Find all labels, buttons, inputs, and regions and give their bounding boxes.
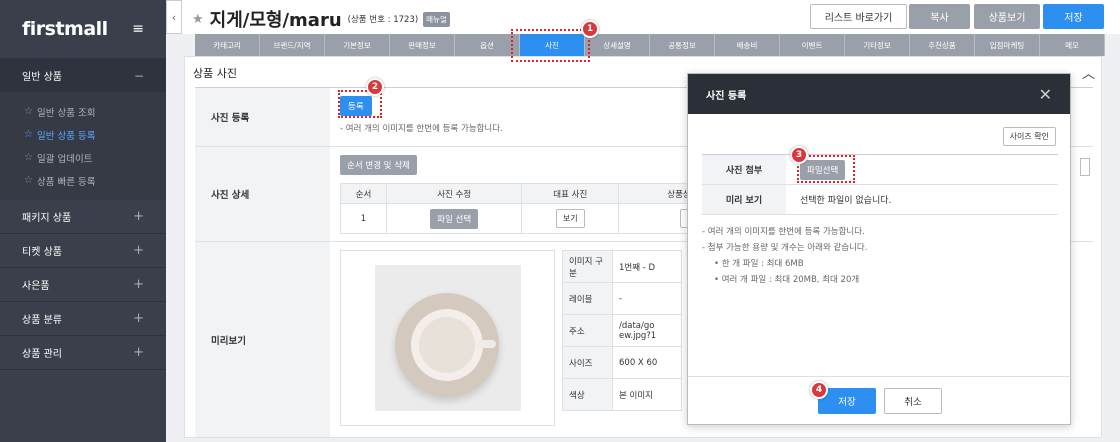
minus-icon: − <box>133 68 144 83</box>
image-info-table: 이미지 구분 1번째 - D 레이블 - 주소/data/go ew.jpg?1 사… <box>562 250 682 411</box>
col-rep: 대표 사진 <box>521 183 620 204</box>
nav-ticket-products[interactable]: 티켓 상품 + <box>0 234 166 268</box>
list-shortcut-button[interactable]: 리스트 바로가기 <box>810 4 907 29</box>
tab-events[interactable]: 이벤트 <box>780 34 845 56</box>
hamburger-icon[interactable]: ≡ <box>132 21 144 37</box>
manual-badge[interactable]: 매뉴얼 <box>423 11 450 27</box>
plus-icon: + <box>133 243 144 258</box>
cell-order: 1 <box>340 203 387 234</box>
chevron-up-icon[interactable]: ︿ <box>1082 63 1095 82</box>
plus-icon: + <box>133 345 144 360</box>
photo-register-label: 사진 등록 <box>195 88 330 146</box>
logo: firstmall <box>22 18 108 40</box>
sub-item-product-register[interactable]: ☆ 일반 상품 등록 <box>0 123 166 146</box>
modal-notes: - 여러 개의 이미지를 한번에 등록 가능합니다. - 첨부 가능한 용량 및… <box>702 227 868 285</box>
page-title: 지게/모형/maru <box>209 10 342 31</box>
modal-title: 사진 등록 <box>706 90 747 102</box>
nav-general-products[interactable]: 일반 상품 − <box>0 59 166 92</box>
file-select-button[interactable]: 파일 선택 <box>430 208 479 229</box>
tab-sales-info[interactable]: 판매정보 <box>390 34 455 56</box>
tab-common-info[interactable]: 공통정보 <box>650 34 715 56</box>
nav-product-management[interactable]: 상품 관리 + <box>0 336 166 370</box>
chevron-left-icon: ‹ <box>171 10 177 24</box>
attach-label: 사진 첨부 <box>702 155 786 184</box>
callout-badge-3: 3 <box>790 146 808 164</box>
view-product-button[interactable]: 상품보기 <box>974 4 1040 29</box>
star-icon: ☆ <box>24 152 33 163</box>
tab-category[interactable]: 카테고리 <box>195 34 260 56</box>
tab-bar: 카테고리 브랜드/지역 기본정보 판매정보 옵션 사진 상세설명 공통정보 배송… <box>195 34 1108 56</box>
col-edit: 사진 수정 <box>385 183 523 204</box>
preview-image-box <box>340 250 555 426</box>
plus-icon: + <box>133 209 144 224</box>
no-file-text: 선택한 파일이 없습니다. <box>800 196 892 206</box>
reorder-delete-button[interactable]: 순서 변경 및 삭제 <box>340 155 417 175</box>
star-icon: ☆ <box>24 175 33 186</box>
size-check-button[interactable]: 사이즈 확인 <box>1002 127 1056 146</box>
nav-gifts[interactable]: 사은품 + <box>0 268 166 302</box>
tab-other-info[interactable]: 기타정보 <box>845 34 910 56</box>
nav-general-products-label: 일반 상품 <box>22 72 62 83</box>
tab-shipping[interactable]: 배송비 <box>715 34 780 56</box>
col-order: 순서 <box>340 183 387 204</box>
nav-product-category[interactable]: 상품 분류 + <box>0 302 166 336</box>
plus-icon: + <box>133 277 144 292</box>
partial-button[interactable] <box>1080 158 1090 176</box>
nav-package-products[interactable]: 패키지 상품 + <box>0 200 166 234</box>
plus-icon: + <box>133 311 144 326</box>
favorite-star-icon[interactable]: ★ <box>192 12 204 27</box>
sidebar: firstmall ≡ 일반 상품 − ☆ 일반 상품 조회 ☆ 일반 상품 등록 … <box>0 0 166 442</box>
photo-register-modal: 사진 등록 ✕ 사이즈 확인 사진 첨부 파일선택 미리 보기 선택한 파일이 … <box>687 73 1072 425</box>
copy-button[interactable]: 복사 <box>909 4 970 29</box>
sub-item-quick-register[interactable]: ☆ 상품 빠른 등록 <box>0 169 166 192</box>
callout-badge-2: 2 <box>366 78 384 96</box>
view-rep-button[interactable]: 보기 <box>555 209 585 228</box>
tab-memo[interactable]: 메모 <box>1040 34 1105 56</box>
header: ★ 지게/모형/maru (상품 번호 : 1723) 매뉴얼 리스트 바로가기… <box>182 0 1120 34</box>
modal-cancel-button[interactable]: 취소 <box>884 387 942 414</box>
save-button[interactable]: 저장 <box>1043 4 1104 29</box>
product-number: (상품 번호 : 1723) <box>347 15 419 25</box>
callout-badge-4: 4 <box>810 381 828 399</box>
sub-item-bulk-update[interactable]: ☆ 일괄 업데이트 <box>0 146 166 169</box>
star-icon: ☆ <box>24 106 33 117</box>
logo-bar: firstmall ≡ <box>0 0 166 58</box>
panel-title: 상품 사진 <box>193 67 237 80</box>
callout-frame-1 <box>511 29 590 62</box>
tab-description[interactable]: 상세설명 <box>585 34 650 56</box>
star-icon: ☆ <box>24 129 33 140</box>
close-icon[interactable]: ✕ <box>1039 85 1052 104</box>
preview-label: 미리보기 <box>195 242 330 437</box>
tab-basic-info[interactable]: 기본정보 <box>325 34 390 56</box>
sub-item-product-list[interactable]: ☆ 일반 상품 조회 <box>0 100 166 123</box>
tab-brand-region[interactable]: 브랜드/지역 <box>260 34 325 56</box>
photo-detail-label: 사진 상세 <box>195 147 330 241</box>
sidebar-collapse-button[interactable]: ‹ <box>166 0 182 34</box>
product-image <box>374 265 521 411</box>
tab-recommended[interactable]: 추천상품 <box>910 34 975 56</box>
callout-badge-1: 1 <box>581 20 599 38</box>
tab-marketing[interactable]: 입점마케팅 <box>975 34 1040 56</box>
modal-preview-label: 미리 보기 <box>702 185 786 214</box>
